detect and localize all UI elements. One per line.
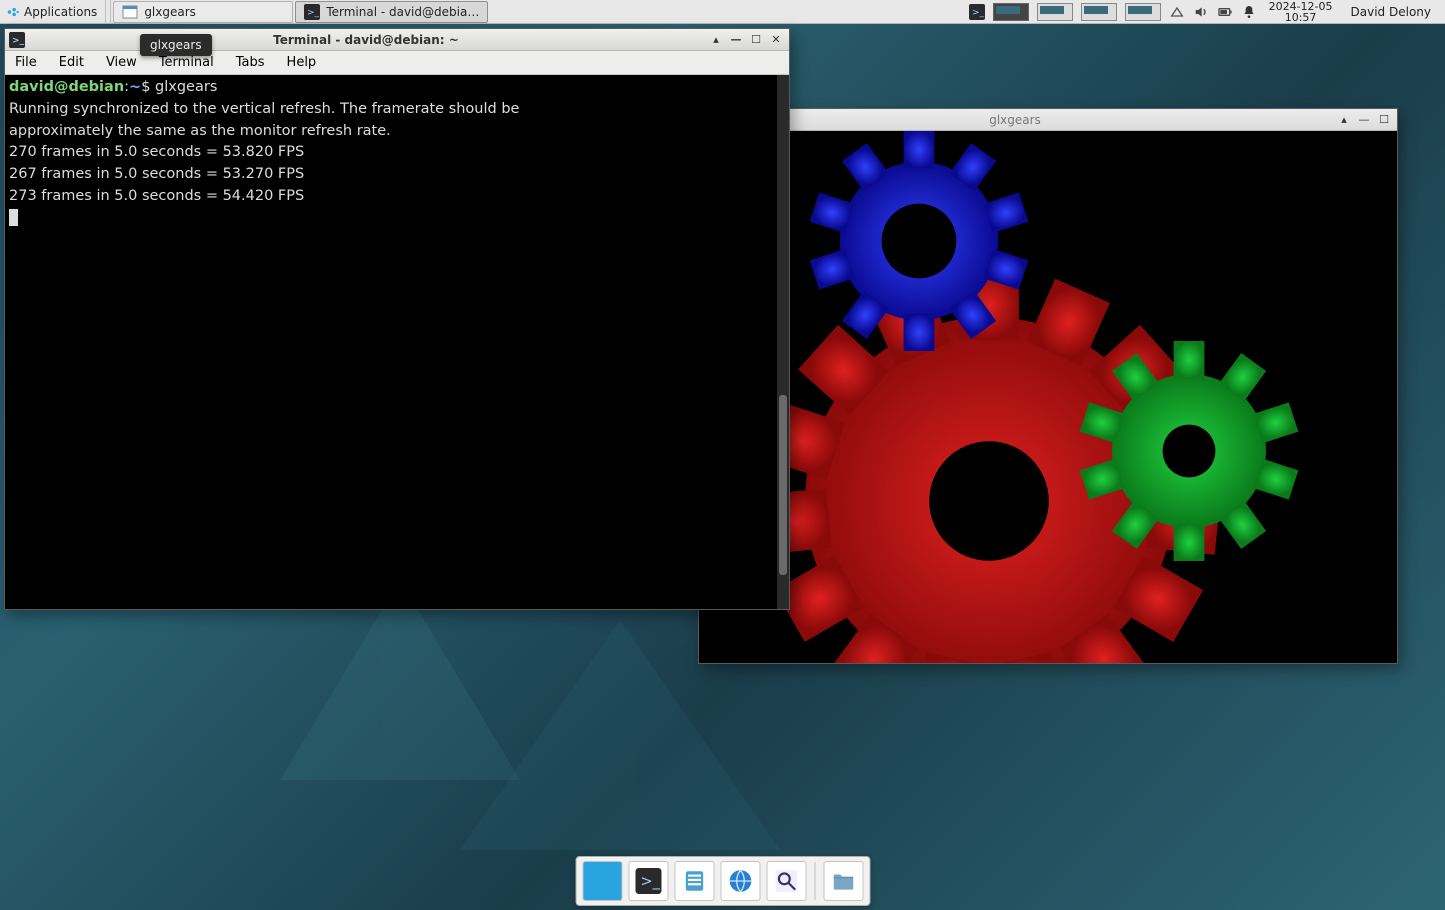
clock-date: 2024-12-05: [1269, 1, 1333, 12]
svg-text:>_: >_: [972, 8, 985, 18]
taskbar-button-glxgears[interactable]: glxgears: [113, 1, 293, 23]
top-panel: Applications glxgears >_ Terminal - davi…: [0, 0, 1445, 24]
glxgears-window[interactable]: glxgears ▴ — ☐: [698, 108, 1398, 664]
minimize-button[interactable]: —: [729, 33, 743, 47]
terminal-window[interactable]: >_ Terminal - david@debian: ~ ▴ — ☐ ✕ Fi…: [4, 28, 790, 610]
minimize-button[interactable]: —: [1357, 113, 1371, 127]
terminal-output-line: 267 frames in 5.0 seconds = 53.270 FPS: [9, 164, 785, 186]
taskbar-button-terminal[interactable]: >_ Terminal - david@debia…: [295, 1, 488, 23]
menu-tabs[interactable]: Tabs: [226, 53, 275, 72]
glxgears-canvas: [699, 131, 1397, 663]
workspace-1-button[interactable]: [993, 3, 1029, 21]
rollup-button[interactable]: ▴: [1337, 113, 1351, 127]
terminal-scrollbar[interactable]: [777, 75, 789, 609]
terminal-tray-icon[interactable]: >_: [969, 4, 985, 20]
maximize-button[interactable]: ☐: [749, 33, 763, 47]
notifications-icon[interactable]: [1241, 4, 1257, 20]
panel-separator: [105, 0, 111, 23]
taskbar-tooltip: glxgears: [140, 34, 212, 56]
dock-separator: [814, 862, 815, 900]
user-menu-button[interactable]: David Delony: [1345, 5, 1437, 19]
svg-text:>_: >_: [12, 36, 25, 46]
prompt-path: ~: [129, 79, 141, 95]
svg-text:>_: >_: [640, 873, 660, 890]
terminal-titlebar[interactable]: >_ Terminal - david@debian: ~ ▴ — ☐ ✕: [5, 29, 789, 51]
volume-icon[interactable]: [1193, 4, 1209, 20]
menu-file[interactable]: File: [5, 53, 47, 72]
clock-time: 10:57: [1269, 12, 1333, 23]
dock-show-desktop[interactable]: [582, 861, 622, 901]
glxgears-title: glxgears: [699, 113, 1331, 127]
files-icon: [681, 868, 707, 894]
system-tray: >_ 2024-12-05 10:57 David Delony: [961, 0, 1445, 23]
menu-help[interactable]: Help: [277, 53, 327, 72]
rollup-button[interactable]: ▴: [709, 33, 723, 47]
prompt-user: david: [9, 79, 54, 95]
close-button[interactable]: ✕: [769, 33, 783, 47]
taskbar-label: Terminal - david@debia…: [326, 5, 479, 19]
terminal-icon: >_: [635, 868, 661, 894]
folder-icon: [830, 868, 856, 894]
command-text: glxgears: [155, 79, 217, 95]
prompt-host: debian: [68, 79, 124, 95]
terminal-output-line: approximately the same as the monitor re…: [9, 121, 785, 143]
clock[interactable]: 2024-12-05 10:57: [1265, 1, 1337, 23]
glxgears-titlebar[interactable]: glxgears ▴ — ☐: [699, 109, 1397, 131]
blue-gear-icon: [809, 131, 1029, 351]
terminal-menubar: File Edit View Terminal Tabs Help: [5, 51, 789, 75]
terminal-output-line: Running synchronized to the vertical ref…: [9, 99, 785, 121]
dock-file-manager[interactable]: [674, 861, 714, 901]
cursor-icon: [9, 209, 18, 226]
search-icon: [773, 868, 799, 894]
window-icon: [122, 4, 138, 20]
terminal-icon: >_: [9, 32, 25, 48]
workspace-4-button[interactable]: [1125, 3, 1161, 21]
dock-home-folder[interactable]: [823, 861, 863, 901]
terminal-body[interactable]: david@debian:~$ glxgears Running synchro…: [5, 75, 789, 609]
terminal-output-line: 273 frames in 5.0 seconds = 54.420 FPS: [9, 186, 785, 208]
dock-app-finder[interactable]: [766, 861, 806, 901]
applications-menu-button[interactable]: Applications: [0, 0, 103, 23]
xfce-logo-icon: [6, 5, 20, 19]
maximize-button[interactable]: ☐: [1377, 113, 1391, 127]
workspace-2-button[interactable]: [1037, 3, 1073, 21]
applications-label: Applications: [24, 5, 97, 19]
green-gear-icon: [1079, 341, 1299, 561]
terminal-output-line: 270 frames in 5.0 seconds = 53.820 FPS: [9, 142, 785, 164]
bottom-dock: >_: [575, 856, 870, 906]
menu-edit[interactable]: Edit: [49, 53, 94, 72]
dock-web-browser[interactable]: [720, 861, 760, 901]
dock-terminal[interactable]: >_: [628, 861, 668, 901]
globe-icon: [727, 868, 753, 894]
terminal-title: Terminal - david@debian: ~: [29, 33, 703, 47]
workspace-3-button[interactable]: [1081, 3, 1117, 21]
terminal-cursor-line: [9, 208, 785, 230]
svg-text:>_: >_: [307, 8, 320, 18]
terminal-line: david@debian:~$ glxgears: [9, 77, 785, 99]
taskbar-label: glxgears: [144, 5, 196, 19]
network-icon[interactable]: [1169, 4, 1185, 20]
terminal-icon: >_: [304, 4, 320, 20]
desktop-icon: [589, 868, 615, 894]
menu-view[interactable]: View: [96, 53, 147, 72]
battery-icon[interactable]: [1217, 4, 1233, 20]
